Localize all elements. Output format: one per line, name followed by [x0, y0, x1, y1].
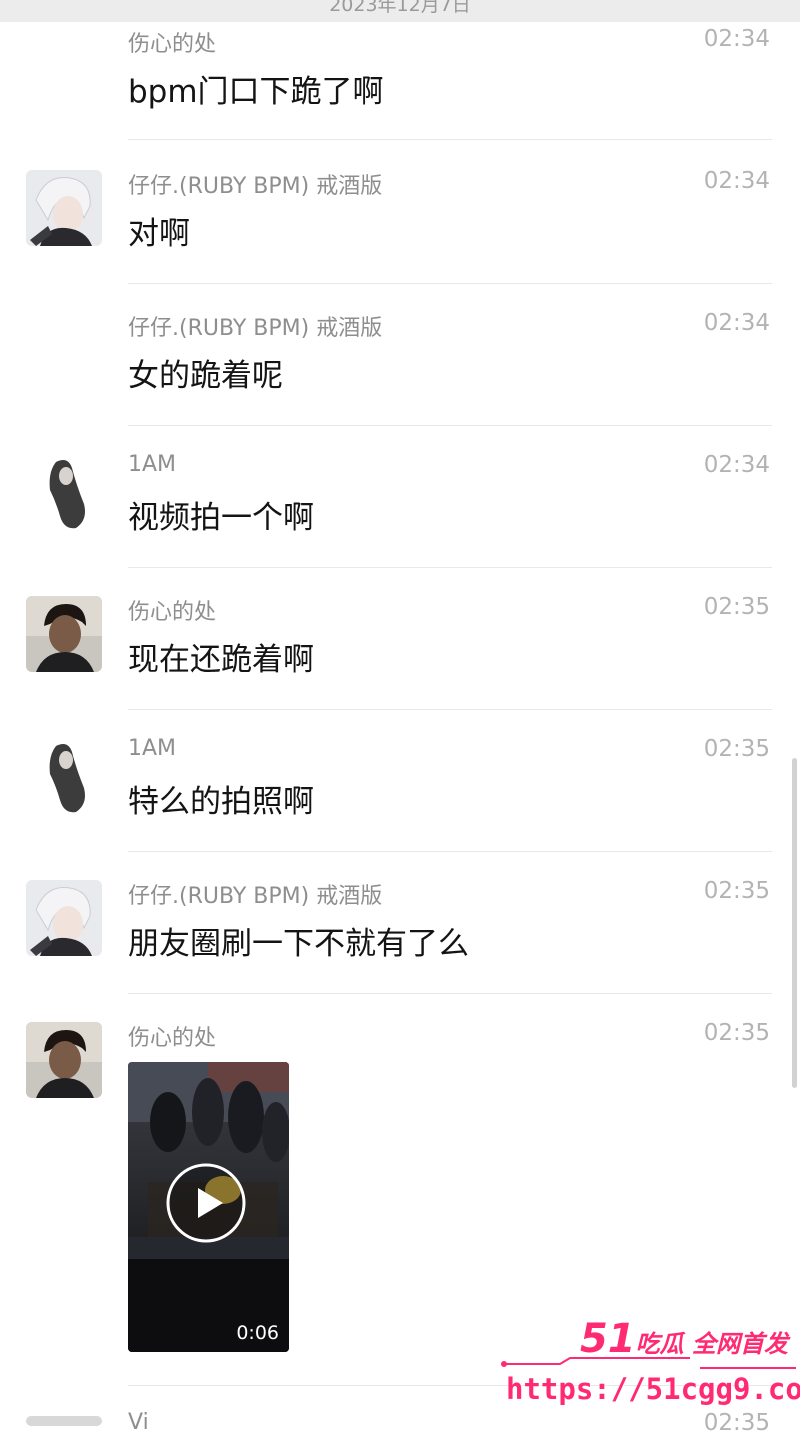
avatar[interactable] [26, 1416, 102, 1426]
avatar[interactable] [26, 738, 102, 814]
message-text: bpm门口下跪了啊 [128, 74, 384, 110]
message-sender: 伤心的处 [128, 1026, 217, 1051]
avatar[interactable] [26, 596, 102, 672]
message-text: 女的跪着呢 [128, 358, 283, 394]
message-item[interactable]: 仔仔.(RUBY BPM) 戒酒版 02:34 对啊 [0, 142, 800, 284]
play-icon[interactable] [165, 1162, 247, 1244]
message-time: 02:34 [703, 26, 770, 52]
message-time: 02:35 [703, 736, 770, 762]
avatar[interactable] [26, 454, 102, 530]
watermark: 51吃瓜 全网首发 https://51cgg9.com [500, 1308, 800, 1422]
message-item[interactable]: 仔仔.(RUBY BPM) 戒酒版 02:34 女的跪着呢 [0, 284, 800, 426]
scrollbar[interactable] [792, 758, 797, 1088]
watermark-url: https://51cgg9.com [506, 1372, 800, 1406]
message-sender: 仔仔.(RUBY BPM) 戒酒版 [128, 884, 383, 909]
video-thumbnail[interactable]: 0:06 [128, 1062, 289, 1352]
message-sender: 伤心的处 [128, 32, 217, 57]
message-time: 02:35 [703, 594, 770, 620]
message-item[interactable]: 仔仔.(RUBY BPM) 戒酒版 02:35 朋友圈刷一下不就有了么 [0, 852, 800, 994]
avatar[interactable] [26, 1022, 102, 1098]
message-text: 视频拍一个啊 [128, 500, 314, 536]
message-item[interactable]: 伤心的处 02:34 bpm门口下跪了啊 [0, 0, 800, 142]
watermark-circuit-lines [501, 1357, 796, 1369]
message-time: 02:34 [703, 310, 770, 336]
message-time: 02:34 [703, 452, 770, 478]
message-time: 02:34 [703, 168, 770, 194]
message-time: 02:35 [703, 878, 770, 904]
avatar[interactable] [26, 880, 102, 956]
message-sender: 伤心的处 [128, 600, 217, 625]
message-time: 02:35 [703, 1020, 770, 1046]
message-text: 对啊 [128, 216, 190, 252]
message-text: 现在还跪着啊 [128, 642, 314, 678]
message-divider [128, 139, 772, 140]
message-sender: 1AM [128, 736, 177, 761]
message-sender: Vi [128, 1410, 149, 1435]
message-item[interactable]: 1AM 02:34 视频拍一个啊 [0, 426, 800, 568]
message-item[interactable]: 伤心的处 02:35 现在还跪着啊 [0, 568, 800, 710]
message-sender: 仔仔.(RUBY BPM) 戒酒版 [128, 174, 383, 199]
avatar[interactable] [26, 170, 102, 246]
message-sender: 仔仔.(RUBY BPM) 戒酒版 [128, 316, 383, 341]
video-duration: 0:06 [236, 1322, 279, 1344]
message-sender: 1AM [128, 452, 177, 477]
message-text: 朋友圈刷一下不就有了么 [128, 926, 469, 962]
message-text: 特么的拍照啊 [128, 784, 314, 820]
message-item[interactable]: 1AM 02:35 特么的拍照啊 [0, 710, 800, 852]
